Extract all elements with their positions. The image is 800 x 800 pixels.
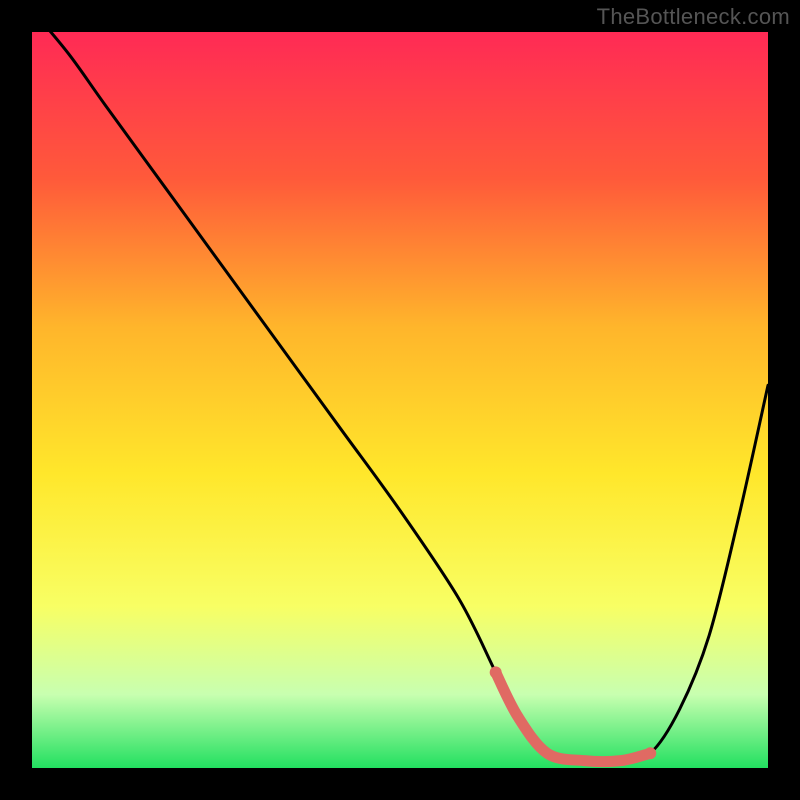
chart-canvas: TheBottleneck.com	[0, 0, 800, 800]
chart-svg	[32, 32, 768, 768]
optimal-range-endcap	[490, 666, 502, 678]
plot-frame	[32, 32, 768, 768]
optimal-range-endcap	[644, 747, 656, 759]
watermark-text: TheBottleneck.com	[597, 4, 790, 30]
gradient-background	[32, 32, 768, 768]
